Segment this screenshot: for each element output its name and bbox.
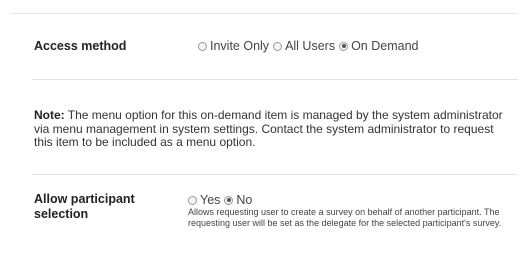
radio-invite-only-circle[interactable] (198, 41, 207, 51)
access-method-radio-group: Invite Only All Users On Demand (198, 39, 422, 53)
radio-no-label: No (236, 193, 253, 207)
radio-invite-only-label: Invite Only (210, 39, 270, 53)
note-prefix: Note: (34, 108, 65, 122)
radio-all-users-circle[interactable] (273, 41, 283, 51)
radio-on-demand-label: On Demand (351, 39, 419, 53)
radio-no-circle[interactable] (224, 195, 234, 205)
radio-yes[interactable]: Yes (188, 193, 220, 207)
on-demand-note: Note: The menu option for this on-demand… (34, 108, 510, 150)
radio-all-users[interactable]: All Users (273, 39, 335, 53)
allow-participant-selection-label: Allow participant selection (34, 192, 135, 221)
allow-participant-radio-group: Yes No (188, 193, 256, 207)
access-method-row: Access method Invite Only All Users On D… (10, 14, 518, 76)
settings-panel: Access method Invite Only All Users On D… (10, 13, 518, 260)
divider-bottom (32, 174, 518, 175)
radio-on-demand-circle[interactable] (339, 41, 349, 51)
radio-yes-circle[interactable] (188, 195, 197, 205)
radio-no[interactable]: No (224, 193, 252, 207)
radio-all-users-label: All Users (285, 39, 336, 53)
radio-yes-label: Yes (200, 193, 221, 207)
access-method-label: Access method (34, 39, 127, 53)
divider-top (32, 79, 518, 80)
allow-participant-help-text: Allows requesting user to create a surve… (188, 207, 502, 228)
radio-invite-only[interactable]: Invite Only (198, 39, 269, 53)
note-text: The menu option for this on-demand item … (34, 108, 503, 149)
radio-on-demand[interactable]: On Demand (339, 39, 418, 53)
